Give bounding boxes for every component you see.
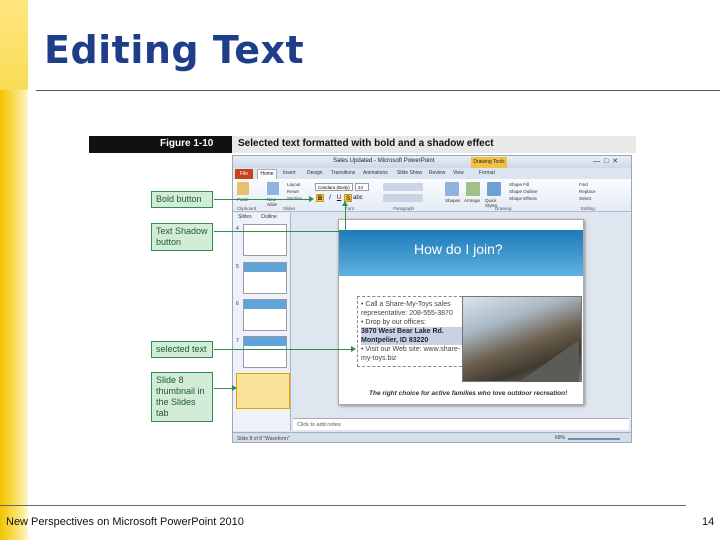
slide-tagline: The right choice for active families who… — [369, 390, 568, 397]
slide-thumbnail-5[interactable] — [243, 262, 287, 294]
bullet-visit: • Visit our Web site: www.share-my-toys.… — [361, 346, 461, 362]
alignment-icon[interactable] — [383, 194, 423, 202]
callout-selected-text: selected text — [151, 341, 213, 358]
paste-icon[interactable] — [237, 182, 249, 195]
zoom-level[interactable]: 69% — [555, 435, 565, 441]
slide-thumbnail-4[interactable] — [243, 224, 287, 256]
reset-button[interactable]: Reset — [287, 189, 299, 194]
window-controls[interactable]: —□✕ — [593, 157, 622, 165]
slide-heading[interactable]: How do I join? — [414, 241, 503, 257]
left-accent-band-top — [0, 0, 28, 90]
tab-slides[interactable]: Slides — [238, 214, 252, 220]
leader-slide8 — [214, 388, 234, 389]
thumb-number-6: 6 — [236, 301, 239, 307]
ppt-window-title: Sales Updated - Microsoft PowerPoint — [333, 158, 435, 164]
shape-fill-button[interactable]: Shape Fill — [509, 182, 529, 187]
thumb-number-7: 7 — [236, 338, 239, 344]
tab-view[interactable]: View — [453, 170, 464, 176]
tab-design[interactable]: Design — [307, 170, 323, 176]
leader-selected — [214, 349, 352, 350]
selected-address-text[interactable]: 3870 West Bear Lake Rd. Montpelier, ID 8… — [361, 327, 463, 345]
footer-divider — [0, 505, 686, 506]
slide-thumbnail-8[interactable] — [236, 373, 290, 409]
page-title: Editing Text — [44, 28, 305, 72]
shapes-icon[interactable] — [445, 182, 459, 196]
find-button[interactable]: Find — [579, 182, 588, 187]
slide-canvas[interactable]: How do I join? • Call a Share-My-Toys sa… — [338, 219, 584, 405]
tab-transitions[interactable]: Transitions — [331, 170, 355, 176]
thumb-number-5: 5 — [236, 264, 239, 270]
shapes-label: Shapes — [445, 198, 461, 203]
tab-file[interactable]: File — [235, 169, 253, 179]
slide-thumbnail-6[interactable] — [243, 299, 287, 331]
tab-animations[interactable]: Animations — [363, 170, 388, 176]
drawing-tools-tab[interactable]: Drawing Tools — [471, 157, 507, 168]
shape-effects-button[interactable]: Shape Effects — [509, 196, 537, 201]
font-size-box[interactable]: 24 — [355, 183, 369, 191]
arrow-shadow — [342, 201, 348, 206]
group-paragraph: Paragraph — [393, 206, 415, 211]
tab-home[interactable]: Home — [257, 169, 277, 179]
tab-insert[interactable]: Insert — [283, 170, 296, 176]
arrange-icon[interactable] — [466, 182, 480, 196]
tab-outline[interactable]: Outline — [261, 214, 277, 220]
bullets-numbering-icon[interactable] — [383, 183, 423, 191]
arrow-selected — [351, 346, 356, 352]
zoom-slider[interactable] — [568, 438, 620, 440]
replace-button[interactable]: Replace — [579, 189, 596, 194]
callout-bold-button: Bold button — [151, 191, 213, 208]
bullet-drop-by: • Drop by our offices: — [361, 319, 426, 326]
tab-format[interactable]: Format — [479, 170, 495, 176]
shape-outline-button[interactable]: Shape Outline — [509, 189, 538, 194]
arrow-bold — [309, 196, 314, 202]
tab-review[interactable]: Review — [429, 170, 445, 176]
select-button[interactable]: Select — [579, 196, 592, 201]
figure-caption: Selected text formatted with bold and a … — [238, 138, 494, 149]
figure-label: Figure 1-10 — [160, 138, 214, 149]
leader-shadow-h — [214, 231, 346, 232]
slide-thumbnail-7[interactable] — [243, 336, 287, 368]
bullet-call: • Call a Share-My-Toys sales representat… — [361, 301, 453, 317]
group-font: Font — [345, 206, 355, 211]
footer-text: New Perspectives on Microsoft PowerPoint… — [6, 516, 244, 528]
leader-shadow-v — [345, 205, 346, 231]
title-divider — [36, 90, 720, 91]
strikethrough-button[interactable]: abc — [353, 194, 363, 202]
bold-button[interactable]: B — [316, 194, 324, 202]
group-drawing: Drawing — [495, 206, 512, 211]
group-clipboard: Clipboard — [237, 206, 257, 211]
layout-button[interactable]: Layout — [287, 182, 301, 187]
font-name-box[interactable]: Candara (Body) — [315, 183, 353, 191]
callout-text-shadow: Text Shadow button — [151, 223, 213, 251]
bullet-text-box[interactable]: • Call a Share-My-Toys sales representat… — [357, 296, 467, 367]
tab-slide-show[interactable]: Slide Show — [397, 170, 422, 176]
callout-slide8: Slide 8 thumbnail in the Slides tab — [151, 372, 213, 422]
quick-styles-icon[interactable] — [487, 182, 501, 196]
leader-bold — [214, 199, 310, 200]
arrow-slide8 — [232, 385, 237, 391]
notes-pane[interactable]: Click to add notes — [293, 418, 629, 430]
italic-button[interactable]: I — [326, 194, 334, 202]
arrange-label: Arrange — [464, 198, 481, 203]
slide-number: 14 — [702, 516, 715, 528]
group-slides: Slides — [283, 206, 296, 211]
group-editing: Editing — [581, 206, 595, 211]
new-slide-icon[interactable] — [267, 182, 279, 195]
